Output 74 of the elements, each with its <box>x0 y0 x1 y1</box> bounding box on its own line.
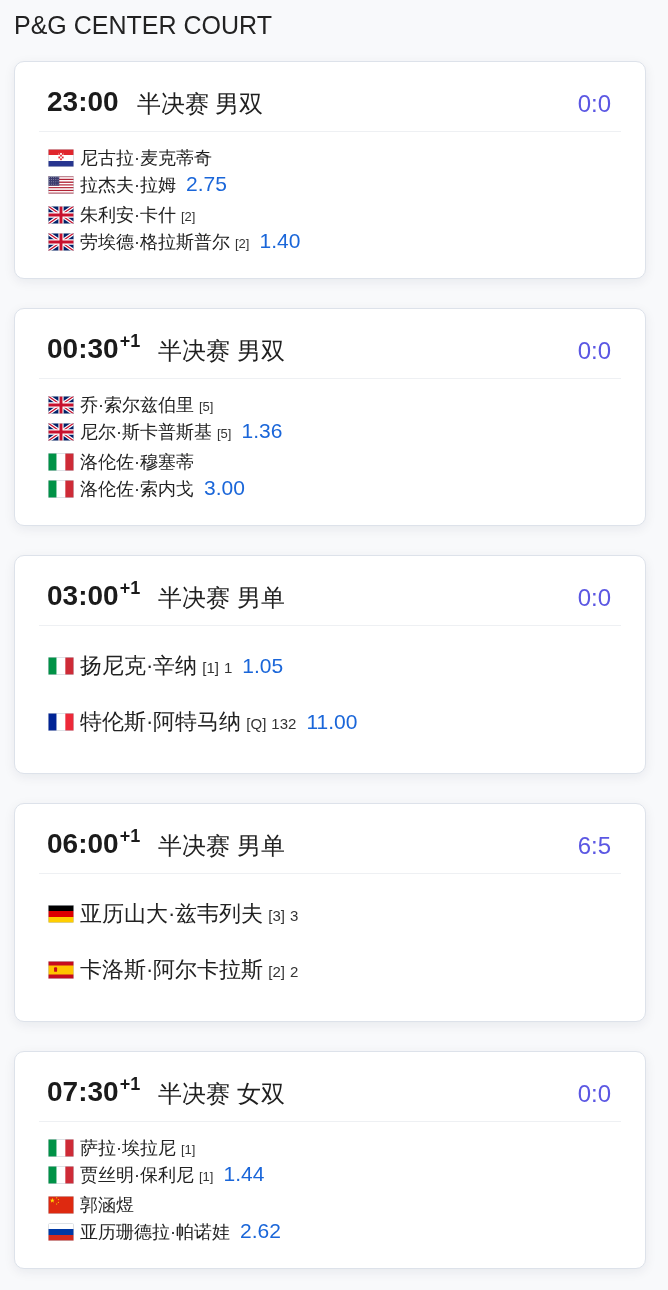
rank-label: 132 <box>271 715 297 732</box>
flag-icon <box>48 452 74 471</box>
flag-icon <box>48 232 74 251</box>
player-name: 萨拉·埃拉尼 <box>80 1137 176 1158</box>
round-label: 半决赛 男双 <box>158 336 285 366</box>
score-label: 0:0 <box>577 1080 611 1108</box>
player-name: 亚历山大·兹韦列夫 <box>80 901 264 926</box>
seed-label: [2] <box>235 236 250 251</box>
player-name: 洛伦佐·穆塞蒂 <box>80 451 194 472</box>
flag-icon <box>48 175 74 194</box>
match-time: 03:00 <box>47 580 119 611</box>
odds-value: 2.75 <box>186 172 227 195</box>
flag-icon <box>48 205 74 224</box>
seed-label: [2] <box>268 963 285 980</box>
seed-label: [3] <box>268 907 285 924</box>
odds-value: 1.05 <box>242 654 284 677</box>
seed-label: [1] <box>199 1169 214 1184</box>
player-name: 扬尼克·辛纳 <box>80 653 198 678</box>
player-name: 洛伦佐·索内戈 <box>80 479 194 499</box>
odds-value: 1.44 <box>223 1162 265 1185</box>
flag-icon <box>48 713 74 731</box>
flag-icon <box>48 395 74 414</box>
day-offset: +1 <box>119 1074 141 1094</box>
player-name: 卡洛斯·阿尔卡拉斯 <box>80 957 264 982</box>
round-label: 半决赛 女双 <box>158 1079 285 1109</box>
odds-value: 11.00 <box>306 710 358 733</box>
player-name: 贾丝明·保利尼 <box>80 1165 194 1185</box>
seed-label: [5] <box>199 398 214 414</box>
match-time: 07:30 <box>47 1076 119 1107</box>
flag-icon <box>48 1195 74 1214</box>
player-name: 朱利安·卡什 <box>80 204 176 225</box>
seed-label: [Q] <box>246 715 267 732</box>
rank-label: 3 <box>290 907 299 924</box>
match-time: 06:00 <box>47 828 119 859</box>
flag-icon <box>48 148 74 167</box>
seed-label: [2] <box>181 208 196 224</box>
player-name: 尼古拉·麦克蒂奇 <box>80 147 212 168</box>
player-name: 亚历珊德拉·帕诺娃 <box>80 1222 230 1242</box>
player-name: 劳埃德·格拉斯普尔 <box>80 232 230 252</box>
match-time: 23:00 <box>47 86 119 117</box>
player-name: 乔·索尔兹伯里 <box>80 394 194 415</box>
odds-value: 1.40 <box>259 229 301 252</box>
odds-value: 1.36 <box>241 419 283 442</box>
flag-icon <box>48 961 74 979</box>
score-label: 0:0 <box>577 337 611 365</box>
seed-label: [5] <box>217 426 232 441</box>
flag-icon <box>48 657 74 675</box>
flag-icon <box>48 1138 74 1157</box>
player-name: 拉杰夫·拉姆 <box>80 175 176 195</box>
odds-value: 3.00 <box>204 476 245 499</box>
flag-icon <box>48 1222 74 1241</box>
score-label: 0:0 <box>577 584 611 612</box>
round-label: 半决赛 男单 <box>158 583 285 613</box>
round-label: 半决赛 男双 <box>136 89 264 119</box>
flag-icon <box>48 1165 74 1184</box>
page-title: P&G CENTER COURT <box>14 10 273 41</box>
flag-icon <box>48 905 74 923</box>
score-label: 6:5 <box>577 832 611 860</box>
day-offset: +1 <box>119 578 141 598</box>
odds-value: 2.62 <box>240 1219 281 1242</box>
score-label: 0:0 <box>577 90 611 118</box>
player-name: 特伦斯·阿特马纳 <box>80 709 242 734</box>
rank-label: 1 <box>224 659 233 676</box>
flag-icon <box>48 422 74 441</box>
player-name: 尼尔·斯卡普斯基 <box>80 422 212 442</box>
player-name: 郭涵煜 <box>80 1194 134 1215</box>
match-time: 00:30 <box>47 333 119 364</box>
rank-label: 2 <box>290 963 299 980</box>
seed-label: [1] <box>181 1141 196 1157</box>
round-label: 半决赛 男单 <box>158 831 285 861</box>
day-offset: +1 <box>119 331 141 351</box>
flag-icon <box>48 479 74 498</box>
seed-label: [1] <box>202 659 219 676</box>
day-offset: +1 <box>119 826 141 846</box>
